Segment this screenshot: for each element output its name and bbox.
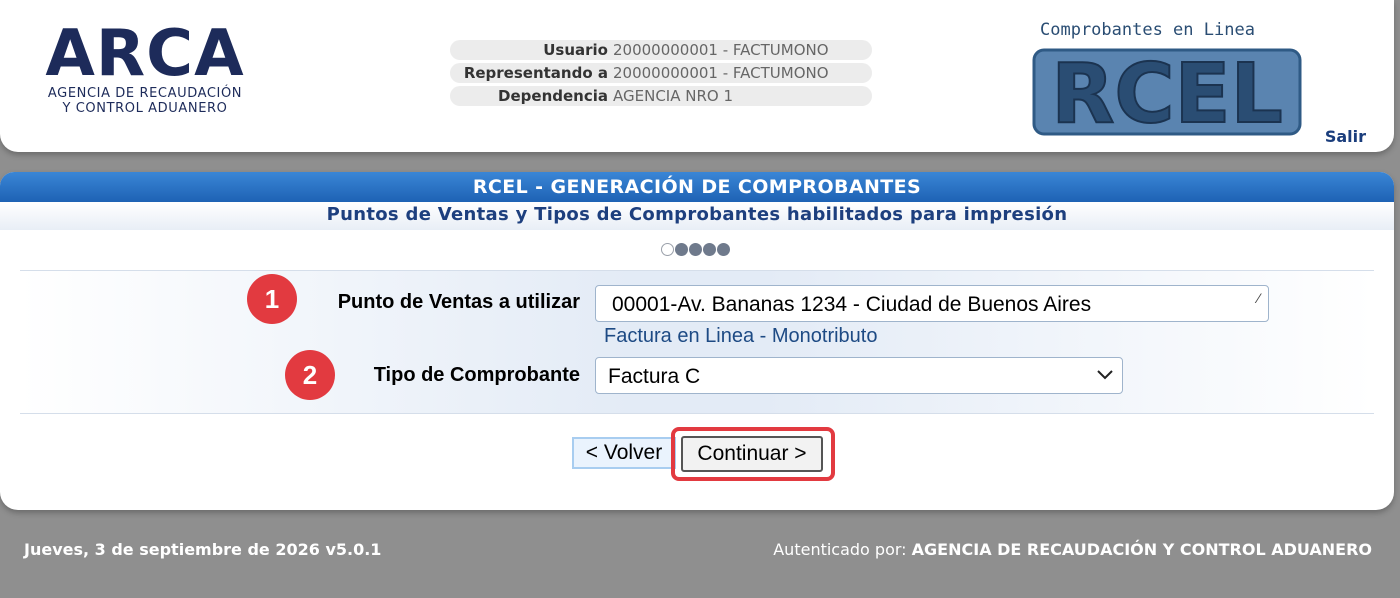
continue-button[interactable]: Continuar > [681,436,823,472]
footer-date-version: Jueves, 3 de septiembre de 2026 v5.0.1 [24,540,382,559]
representing-label: Representando a [463,64,608,82]
step-dot [703,243,716,256]
user-info-row: Usuario 20000000001 - FACTUMONO [450,40,872,60]
dependency-label: Dependencia [498,87,608,105]
footer-auth-entity: AGENCIA DE RECAUDACIÓN Y CONTROL ADUANER… [911,540,1372,559]
header: ARCA AGENCIA DE RECAUDACIÓN Y CONTROL AD… [0,0,1394,152]
main-panel: RCEL - GENERACIÓN DE COMPROBANTES Puntos… [0,172,1394,510]
resize-handle-icon: ⁄ [1257,290,1260,306]
tipo-comprobante-label: Tipo de Comprobante [373,364,580,386]
rcel-logo-graphic: RCEL [1032,46,1302,138]
arca-logo-subtitle-2: Y CONTROL ADUANERO [62,101,228,116]
rcel-logo-caption: Comprobantes en Linea [1040,20,1255,40]
tipo-comprobante-select[interactable]: Factura C [595,357,1123,394]
page-subtitle: Puntos de Ventas y Tipos de Comprobantes… [0,202,1394,230]
step-badge-1: 1 [247,274,297,324]
form-panel: 1 Punto de Ventas a utilizar 00001-Av. B… [20,270,1374,414]
punto-venta-select[interactable]: 00001-Av. Bananas 1234 - Ciudad de Bueno… [595,285,1269,322]
step-dot [689,243,702,256]
chevron-down-icon [1097,370,1113,380]
punto-venta-hint: Factura en Linea - Monotributo [604,325,878,347]
logout-link[interactable]: Salir [1325,127,1366,146]
step-dot-current [661,243,674,256]
page-title: RCEL - GENERACIÓN DE COMPROBANTES [0,172,1394,202]
step-badge-2: 2 [285,350,335,400]
representing-value: 20000000001 - FACTUMONO [613,64,829,82]
footer-auth: Autenticado por: AGENCIA DE RECAUDACIÓN … [773,540,1372,559]
rcel-logo: Comprobantes en Linea RCEL [1030,18,1310,138]
arca-logo-subtitle-1: AGENCIA DE RECAUDACIÓN [47,86,243,101]
dependency-value: AGENCIA NRO 1 [613,87,734,105]
user-label: Usuario [543,41,608,59]
user-value: 20000000001 - FACTUMONO [613,41,829,59]
back-button[interactable]: < Volver [572,437,676,469]
footer-auth-prefix: Autenticado por: [773,540,907,559]
step-indicator [661,243,730,256]
user-info-row: Representando a 20000000001 - FACTUMONO [450,63,872,83]
user-info-row: Dependencia AGENCIA NRO 1 [450,86,872,106]
step-dot [717,243,730,256]
punto-venta-value: 00001-Av. Bananas 1234 - Ciudad de Bueno… [612,293,1092,316]
arca-logo-word: ARCA [45,17,245,91]
step-dot [675,243,688,256]
arca-logo: ARCA AGENCIA DE RECAUDACIÓN Y CONTROL AD… [34,22,256,116]
rcel-logo-word: RCEL [1051,47,1283,138]
punto-venta-label: Punto de Ventas a utilizar [337,291,580,313]
tipo-comprobante-value: Factura C [608,365,701,388]
user-info: Usuario 20000000001 - FACTUMONO Represen… [450,40,872,109]
